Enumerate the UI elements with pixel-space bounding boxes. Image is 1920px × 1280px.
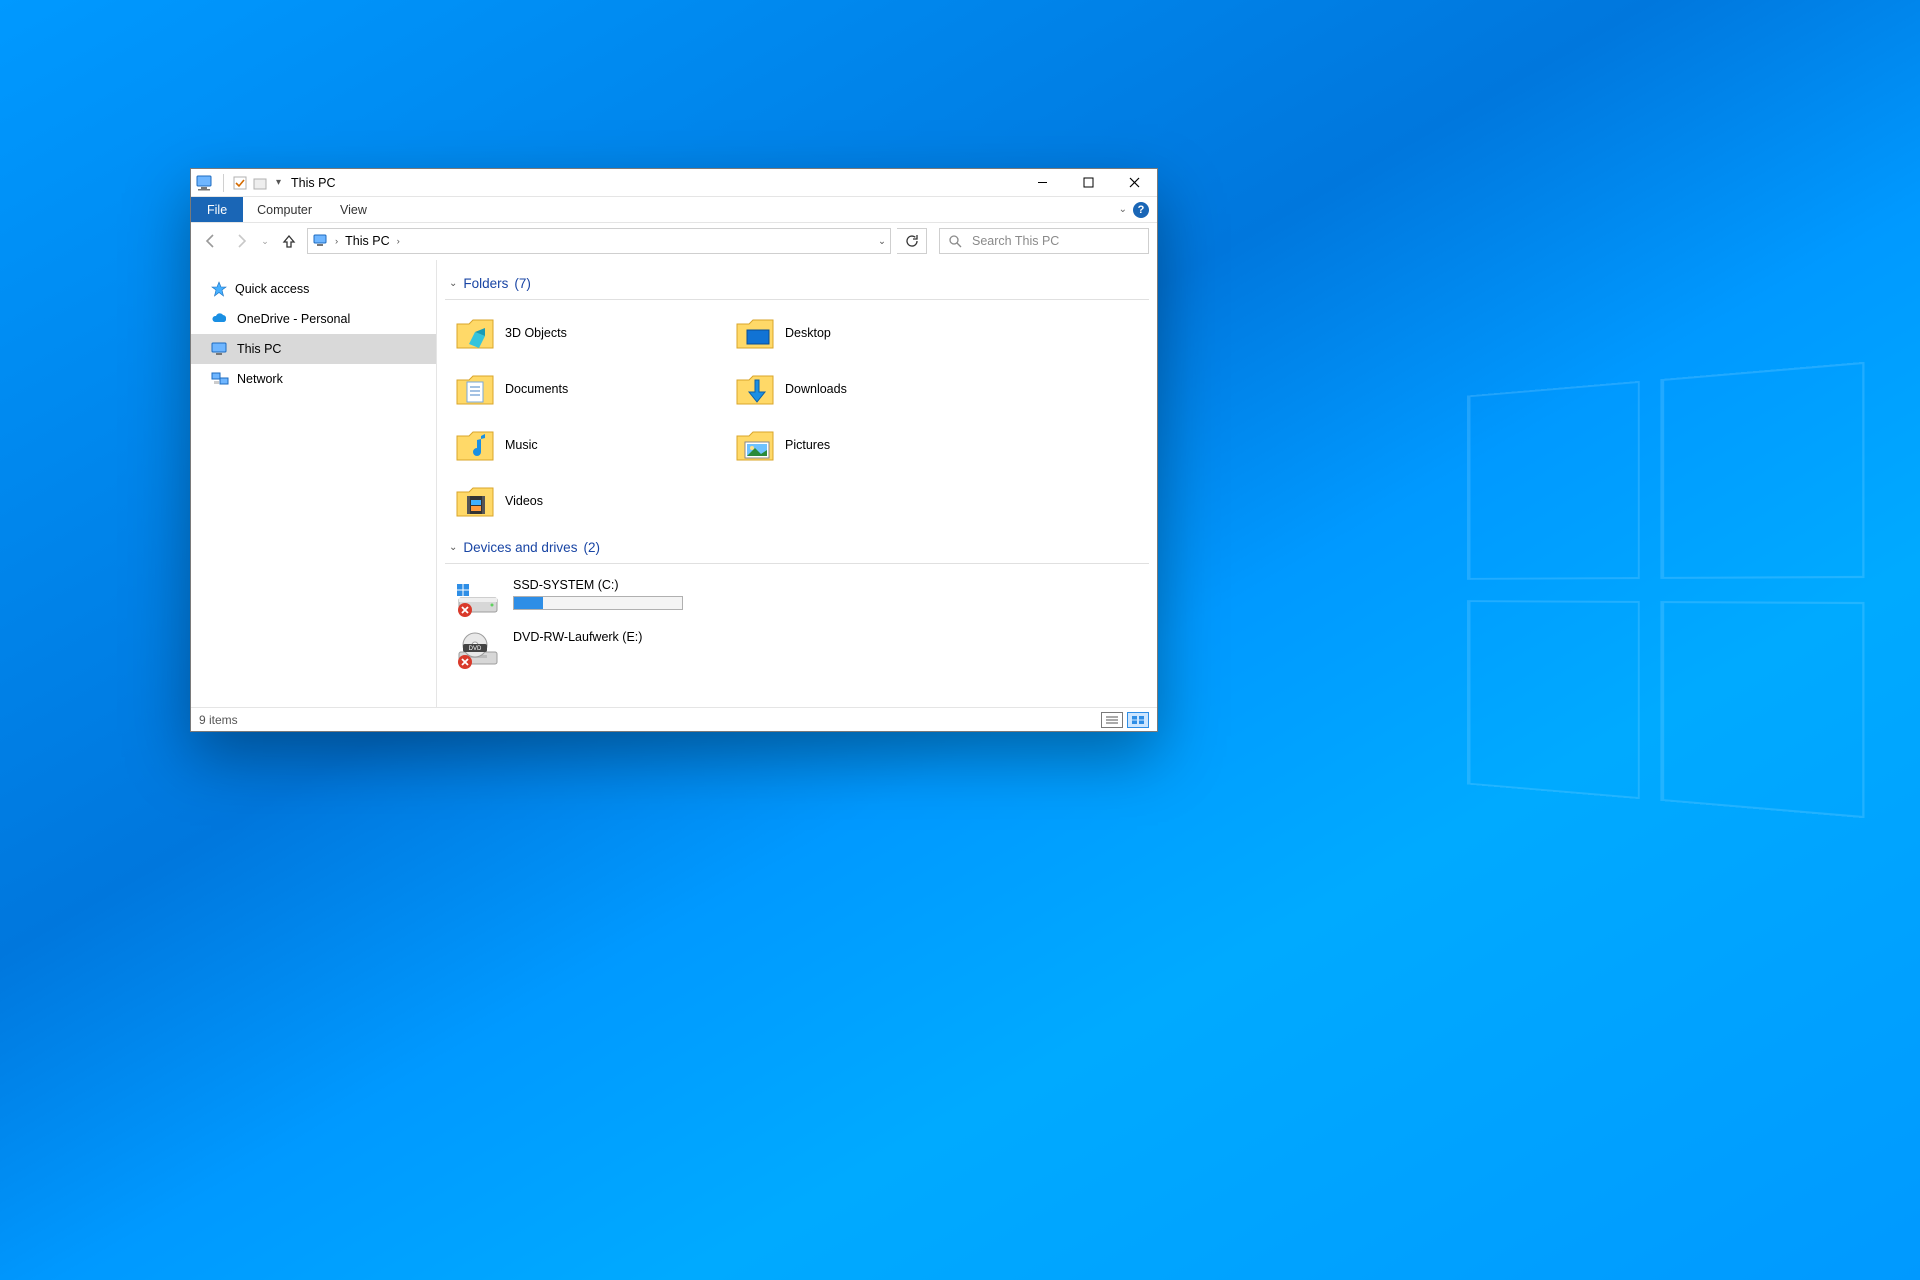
chevron-right-icon[interactable]: ›: [330, 236, 343, 247]
group-title: Devices and drives: [463, 540, 577, 555]
folders-grid: 3D Objects Desktop Documents: [445, 308, 1149, 526]
folder-pictures[interactable]: Pictures: [735, 420, 995, 470]
titlebar[interactable]: ▾ This PC: [191, 169, 1157, 197]
window-title: This PC: [291, 176, 335, 190]
folder-music[interactable]: Music: [455, 420, 715, 470]
dvd-drive-icon: DVD: [455, 630, 503, 670]
folder-icon: [735, 369, 775, 409]
sidebar-item-network[interactable]: Network: [191, 364, 436, 394]
group-header-drives[interactable]: ⌄ Devices and drives (2): [445, 532, 1149, 559]
sidebar-item-quick-access[interactable]: Quick access: [191, 274, 436, 304]
nav-forward-button[interactable]: [229, 229, 253, 253]
svg-text:DVD: DVD: [469, 646, 482, 652]
help-icon[interactable]: ?: [1133, 202, 1149, 218]
folder-label: Downloads: [785, 382, 847, 396]
folder-documents[interactable]: Documents: [455, 364, 715, 414]
maximize-button[interactable]: [1065, 169, 1111, 197]
tab-view[interactable]: View: [326, 197, 381, 222]
folder-desktop[interactable]: Desktop: [735, 308, 995, 358]
hdd-icon: [455, 578, 503, 618]
file-explorer-window: ▾ This PC File Computer View ⌄ ? ⌄: [190, 168, 1158, 732]
address-bar[interactable]: › This PC › ⌄: [307, 228, 891, 254]
chevron-right-icon[interactable]: ›: [392, 236, 405, 247]
star-icon: [211, 281, 227, 297]
navigation-pane: Quick access OneDrive - Personal This PC…: [191, 260, 437, 707]
sidebar-item-label: Quick access: [235, 282, 309, 296]
drive-usage-bar: [513, 596, 683, 610]
group-count: (7): [514, 276, 531, 291]
qat-customize-icon[interactable]: ▾: [272, 177, 285, 188]
close-button[interactable]: [1111, 169, 1157, 197]
qat-properties-icon[interactable]: [232, 175, 248, 191]
qat-newfolder-icon[interactable]: [252, 175, 268, 191]
status-text: 9 items: [199, 713, 238, 727]
folder-label: Music: [505, 438, 538, 452]
folder-icon: [455, 369, 495, 409]
onedrive-icon: [211, 312, 229, 326]
status-bar: 9 items: [191, 707, 1157, 731]
folder-label: Desktop: [785, 326, 831, 340]
folder-downloads[interactable]: Downloads: [735, 364, 995, 414]
content-pane: ⌄ Folders (7) 3D Objects Desktop: [437, 260, 1157, 707]
folder-3d-objects[interactable]: 3D Objects: [455, 308, 715, 358]
chevron-down-icon: ⌄: [449, 542, 457, 553]
folder-label: Pictures: [785, 438, 830, 452]
address-dropdown-icon[interactable]: ⌄: [878, 236, 886, 247]
sidebar-item-this-pc[interactable]: This PC: [191, 334, 436, 364]
group-rule: [445, 299, 1149, 300]
group-title: Folders: [463, 276, 508, 291]
sidebar-item-label: OneDrive - Personal: [237, 312, 350, 326]
folder-label: 3D Objects: [505, 326, 567, 340]
sidebar-item-label: This PC: [237, 342, 281, 356]
ribbon-collapse-icon[interactable]: ⌄: [1119, 204, 1127, 215]
folder-icon: [455, 481, 495, 521]
folder-videos[interactable]: Videos: [455, 476, 715, 526]
drive-label: DVD-RW-Laufwerk (E:): [513, 630, 642, 644]
nav-up-button[interactable]: [277, 229, 301, 253]
group-count: (2): [583, 540, 600, 555]
drive-e[interactable]: DVD DVD-RW-Laufwerk (E:): [445, 624, 1149, 676]
minimize-button[interactable]: [1019, 169, 1065, 197]
ribbon-tabs: File Computer View ⌄ ?: [191, 197, 1157, 223]
wallpaper-windows-logo: [1467, 362, 1864, 818]
app-icon: [195, 174, 215, 192]
search-icon: [948, 234, 962, 248]
nav-recent-dropdown[interactable]: ⌄: [259, 229, 271, 253]
refresh-button[interactable]: [897, 228, 927, 254]
nav-back-button[interactable]: [199, 229, 223, 253]
sidebar-item-label: Network: [237, 372, 283, 386]
tab-computer[interactable]: Computer: [243, 197, 326, 222]
navigation-bar: ⌄ › This PC › ⌄: [191, 223, 1157, 259]
drive-c[interactable]: SSD-SYSTEM (C:): [445, 572, 1149, 624]
view-largeicons-button[interactable]: [1127, 712, 1149, 728]
group-header-folders[interactable]: ⌄ Folders (7): [445, 268, 1149, 295]
folder-icon: [455, 425, 495, 465]
breadcrumb-segment[interactable]: This PC: [343, 234, 391, 248]
sidebar-item-onedrive[interactable]: OneDrive - Personal: [191, 304, 436, 334]
folder-label: Documents: [505, 382, 568, 396]
tab-file[interactable]: File: [191, 197, 243, 222]
chevron-down-icon: ⌄: [449, 278, 457, 289]
group-rule: [445, 563, 1149, 564]
folder-icon: [735, 313, 775, 353]
drive-label: SSD-SYSTEM (C:): [513, 578, 683, 592]
address-pc-icon: [312, 233, 330, 249]
view-details-button[interactable]: [1101, 712, 1123, 728]
folder-icon: [735, 425, 775, 465]
pc-icon: [211, 342, 229, 356]
folder-icon: [455, 313, 495, 353]
search-box[interactable]: [939, 228, 1149, 254]
network-icon: [211, 372, 229, 386]
folder-label: Videos: [505, 494, 543, 508]
search-input[interactable]: [970, 233, 1140, 249]
